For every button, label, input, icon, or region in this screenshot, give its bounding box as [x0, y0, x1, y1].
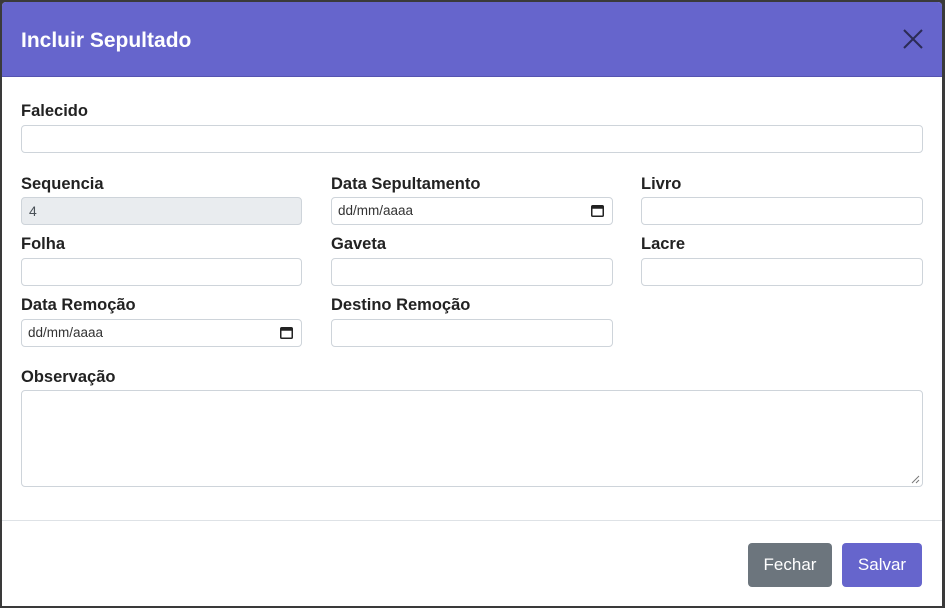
gaveta-label: Gaveta	[331, 235, 387, 253]
folha-input[interactable]	[21, 258, 302, 286]
data-remocao-input[interactable]: dd/mm/aaaa	[21, 319, 302, 347]
close-icon	[903, 29, 923, 49]
observacao-label: Observação	[21, 368, 116, 386]
save-button[interactable]: Salvar	[842, 543, 922, 587]
resize-handle-icon[interactable]	[910, 474, 920, 484]
modal-header: Incluir Sepultado	[2, 2, 942, 77]
data-sepultamento-placeholder: dd/mm/aaaa	[338, 203, 414, 218]
gaveta-input[interactable]	[331, 258, 613, 286]
observacao-textarea[interactable]	[21, 390, 923, 487]
folha-label: Folha	[21, 235, 65, 253]
calendar-icon[interactable]	[280, 326, 293, 339]
data-remocao-label: Data Remoção	[21, 296, 136, 314]
close-button[interactable]	[900, 26, 926, 52]
sequencia-input[interactable]: 4	[21, 197, 302, 225]
include-buried-modal: Incluir Sepultado Falecido Sequencia 4 D…	[2, 2, 942, 606]
data-sepultamento-label: Data Sepultamento	[331, 175, 481, 193]
lacre-label: Lacre	[641, 235, 686, 253]
falecido-label: Falecido	[21, 102, 88, 120]
lacre-input[interactable]	[641, 258, 923, 286]
data-remocao-placeholder: dd/mm/aaaa	[28, 325, 104, 340]
data-sepultamento-input[interactable]: dd/mm/aaaa	[331, 197, 613, 225]
modal-body: Falecido Sequencia 4 Data Sepultamento d…	[2, 77, 942, 521]
calendar-icon[interactable]	[591, 204, 604, 217]
livro-label: Livro	[641, 175, 682, 193]
falecido-input[interactable]	[21, 125, 923, 153]
close-modal-button[interactable]: Fechar	[748, 543, 832, 587]
destino-remocao-input[interactable]	[331, 319, 613, 347]
destino-remocao-label: Destino Remoção	[331, 296, 471, 314]
modal-footer: Fechar Salvar	[2, 520, 942, 606]
sequencia-label: Sequencia	[21, 175, 104, 193]
livro-input[interactable]	[641, 197, 923, 225]
modal-title: Incluir Sepultado	[21, 29, 192, 52]
